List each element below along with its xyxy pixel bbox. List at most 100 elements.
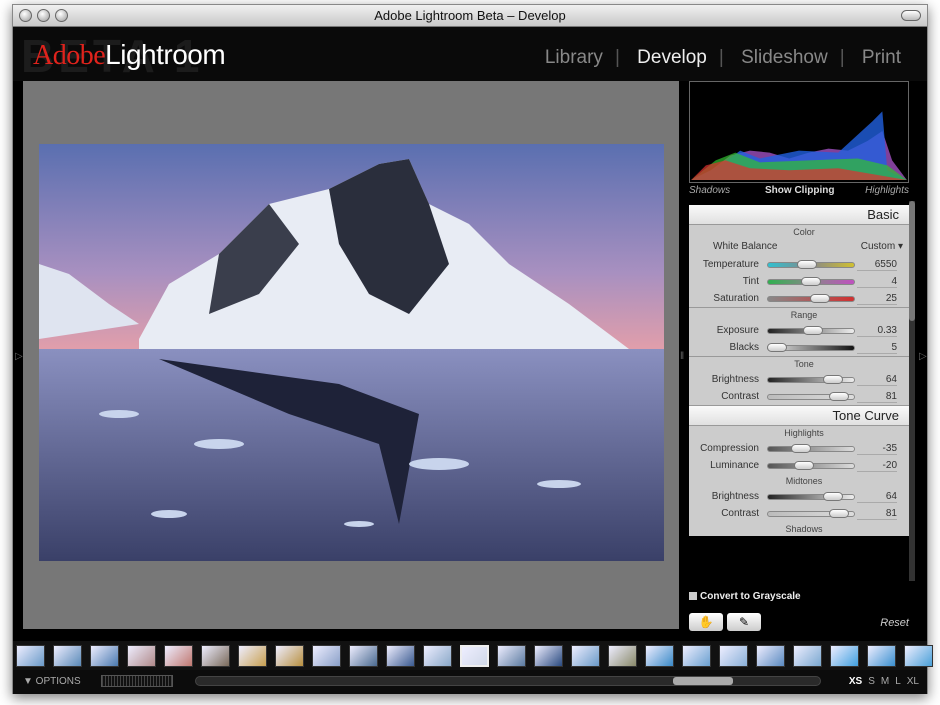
module-slideshow[interactable]: Slideshow [741,47,828,68]
size-xs[interactable]: XS [849,676,862,687]
zoom-button[interactable] [55,9,68,22]
hand-tool-button[interactable]: ✋ [689,613,723,631]
slider-track[interactable] [767,277,855,286]
slider-value[interactable]: 64 [857,374,897,386]
slider-knob[interactable] [809,294,830,303]
slider-value[interactable]: -20 [857,460,897,472]
size-m[interactable]: M [881,676,889,687]
slider-knob[interactable] [790,444,811,453]
slider-value[interactable]: -35 [857,443,897,455]
slider-label: Brightness [711,374,759,385]
filmstrip-thumbnail[interactable] [275,645,304,667]
slider-track[interactable] [767,509,855,518]
module-develop[interactable]: Develop [637,47,707,68]
slider-track[interactable] [767,392,855,401]
slider-value[interactable]: 6550 [857,259,897,271]
module-library[interactable]: Library [545,47,603,68]
slider-track[interactable] [767,492,855,501]
slider-value[interactable]: 4 [857,276,897,288]
filmstrip-thumbnail[interactable] [349,645,378,667]
show-clipping-label[interactable]: Show Clipping [765,185,834,196]
convert-grayscale-checkbox[interactable]: Convert to Grayscale [689,591,801,602]
slider-knob[interactable] [822,375,843,384]
slider-knob[interactable] [828,392,849,401]
slider-track[interactable] [767,326,855,335]
slider-value[interactable]: 25 [857,293,897,305]
range-group: Range Exposure 0.33 Blacks 5 [689,308,909,357]
filmstrip-thumbnail[interactable] [238,645,267,667]
filmstrip-thumbnail[interactable] [90,645,119,667]
slider-track[interactable] [766,343,855,352]
window-title: Adobe Lightroom Beta – Develop [374,8,566,23]
basic-header[interactable]: Basic [689,205,909,225]
filmstrip-thumbnail[interactable] [830,645,859,667]
filmstrip-thumbnail[interactable] [497,645,526,667]
filmstrip-thumbnail[interactable] [793,645,822,667]
filmstrip-thumbnail[interactable] [16,645,45,667]
filmstrip-thumbnail[interactable] [423,645,452,667]
zoom-slider[interactable] [101,675,173,687]
slider-track[interactable] [767,294,855,303]
slider-row-exposure: Exposure 0.33 [689,322,909,339]
logo: AdobeLightroom [33,39,226,72]
slider-value[interactable]: 64 [857,491,897,503]
minimize-button[interactable] [37,9,50,22]
panel-resize-handle[interactable]: ‖ [680,351,684,362]
options-toggle[interactable]: ▼ OPTIONS [23,676,81,687]
filmstrip [13,641,933,671]
filmstrip-thumbnail[interactable] [682,645,711,667]
module-picker: Library | Develop | Slideshow | Print [544,47,901,68]
filmstrip-thumbnail[interactable] [460,645,489,667]
tone-curve-header[interactable]: Tone Curve [689,406,909,426]
reset-button[interactable]: Reset [880,617,909,629]
highlights-clipping-label[interactable]: Highlights [865,185,909,196]
slider-track[interactable] [767,260,855,269]
filmstrip-thumbnail[interactable] [719,645,748,667]
size-l[interactable]: L [895,676,901,687]
filmstrip-scrollbar[interactable] [195,676,821,686]
filmstrip-thumbnail[interactable] [571,645,600,667]
filmstrip-thumbnail[interactable] [164,645,193,667]
shadows-clipping-label[interactable]: Shadows [689,185,730,196]
close-button[interactable] [19,9,32,22]
panel-scrollbar[interactable] [909,201,915,581]
slider-track[interactable] [767,375,855,384]
size-xl[interactable]: XL [907,676,919,687]
slider-value[interactable]: 81 [857,391,897,403]
slider-knob[interactable] [766,343,787,352]
slider-knob[interactable] [802,326,823,335]
filmstrip-thumbnail[interactable] [534,645,563,667]
filmstrip-thumbnail[interactable] [201,645,230,667]
hand-icon: ✋ [698,615,714,629]
slider-track[interactable] [767,444,855,453]
size-s[interactable]: S [868,676,875,687]
slider-value[interactable]: 5 [857,342,897,354]
filmstrip-thumbnail[interactable] [608,645,637,667]
slider-value[interactable]: 81 [857,508,897,520]
slider-knob[interactable] [828,509,849,518]
filmstrip-thumbnail[interactable] [386,645,415,667]
left-panel-toggle-icon[interactable]: ▷ [15,351,23,362]
filmstrip-thumbnail[interactable] [127,645,156,667]
slider-track[interactable] [767,461,855,470]
filmstrip-thumbnail[interactable] [312,645,341,667]
slider-knob[interactable] [794,461,815,470]
right-panel-toggle-icon[interactable]: ▷ [919,351,927,362]
eyedropper-button[interactable]: ✎ [727,613,761,631]
toolbar-toggle-button[interactable] [901,10,921,21]
scroll-thumb[interactable] [673,677,733,685]
filmstrip-thumbnail[interactable] [645,645,674,667]
slider-knob[interactable] [796,260,817,269]
white-balance-dropdown[interactable]: Custom ▾ [861,241,903,252]
title-bar: Adobe Lightroom Beta – Develop [13,5,927,27]
slider-value[interactable]: 0.33 [857,325,897,337]
module-print[interactable]: Print [862,47,901,68]
slider-knob[interactable] [822,492,843,501]
filmstrip-thumbnail[interactable] [756,645,785,667]
highlights-title: Highlights [784,428,824,438]
filmstrip-thumbnail[interactable] [53,645,82,667]
filmstrip-thumbnail[interactable] [867,645,896,667]
filmstrip-thumbnail[interactable] [904,645,933,667]
histogram [689,81,909,183]
slider-knob[interactable] [801,277,821,286]
